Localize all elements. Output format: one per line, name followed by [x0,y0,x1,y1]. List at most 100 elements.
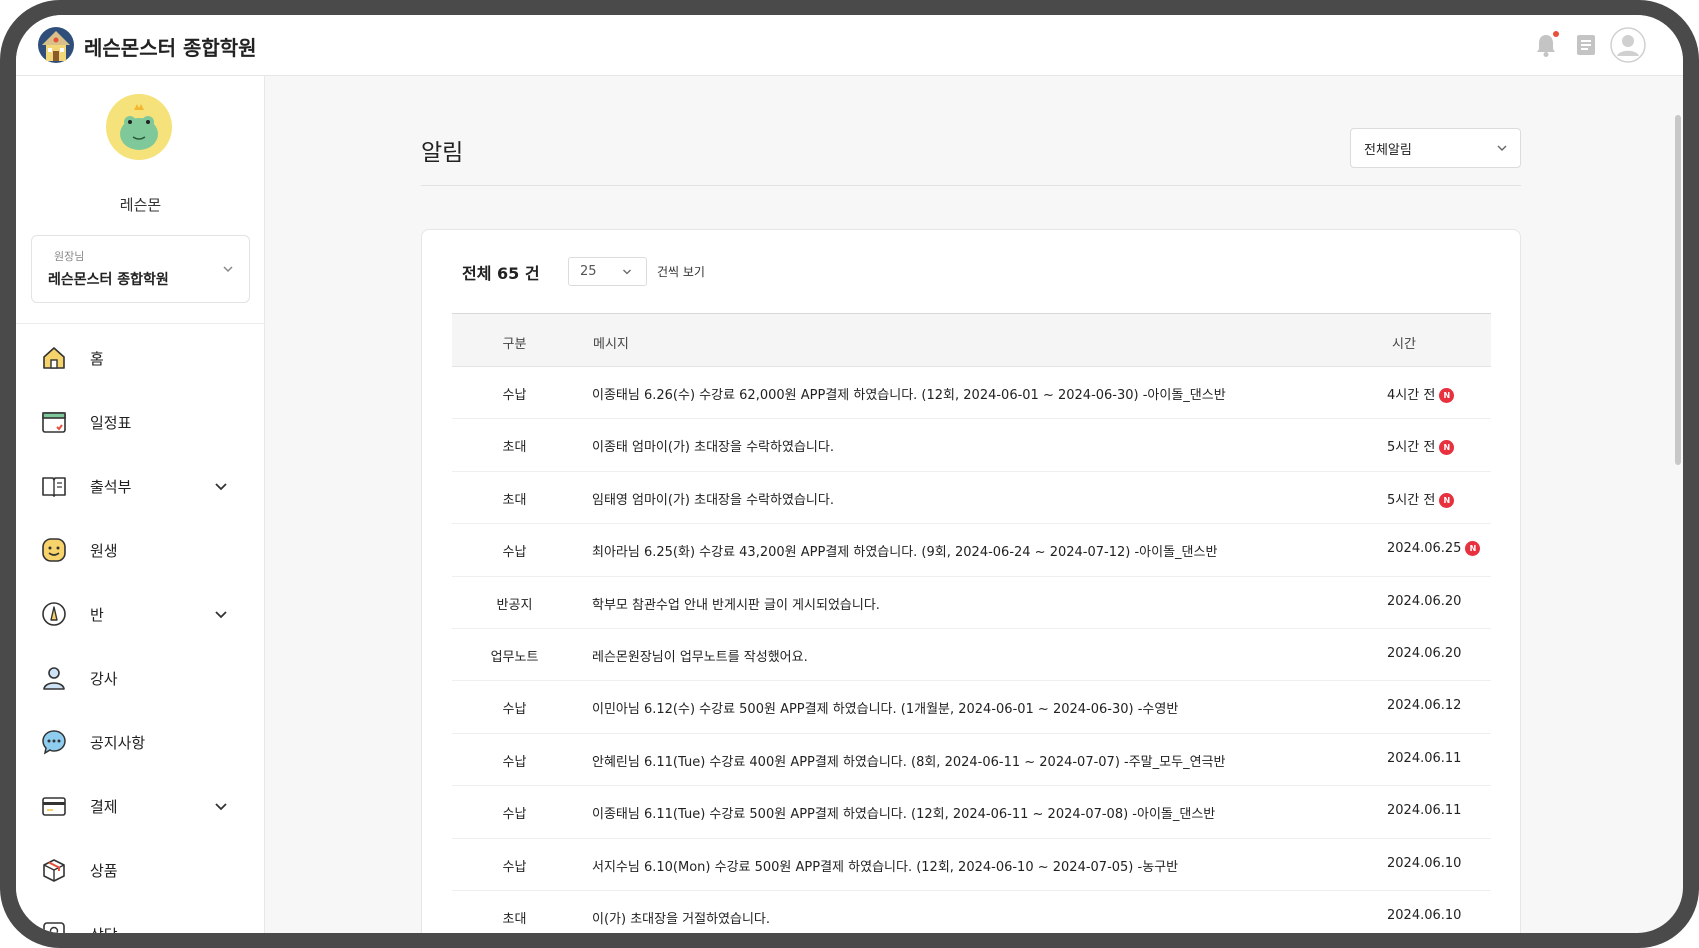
user-name: 레슨몬 [119,196,162,214]
app-screen: 레슨몬스터 종합학원 레슨몬 원장님 레슨몬스터 종합학원 홈 일정표 출석부 … [16,15,1683,933]
sidebar-item-label: 공지사항 [90,734,146,752]
table-row[interactable]: 업무노트 레슨몬원장님이 업무노트를 작성했어요. 2024.06.20 [452,629,1491,682]
sidebar-item-consultation[interactable]: 상담 [16,904,265,933]
chevron-down-icon [223,266,233,273]
row-category: 업무노트 [490,649,539,665]
chevron-down-icon[interactable] [213,798,229,814]
table-row[interactable]: 초대 임태영 엄마이(가) 초대장을 수락하였습니다. 5시간 전N [452,472,1491,525]
table-row[interactable]: 수납 서지수님 6.10(Mon) 수강료 500원 APP결제 하였습니다. … [452,839,1491,891]
sidebar-item-notices[interactable]: 공지사항 [16,712,265,776]
page-title: 알림 [421,140,464,166]
chat-icon [42,730,66,755]
sidebar-item-label: 출석부 [90,478,132,496]
row-category: 수납 [502,388,527,403]
sidebar: 레슨몬 원장님 레슨몬스터 종합학원 홈 일정표 출석부 원생 반 강사 공지사… [16,76,265,933]
notification-table: 구분 메시지 시간 수납 이종태님 6.26(수) 수강료 62,000원 AP… [452,313,1491,933]
row-time: 2024.06.20 [1387,594,1461,609]
row-category: 수납 [502,702,527,718]
table-row[interactable]: 수납 최아라님 6.25(화) 수강료 43,200원 APP결제 하였습니다.… [452,524,1491,577]
row-time: 2024.06.11 [1387,803,1461,818]
row-time-text: 2024.06.12 [1387,698,1462,714]
row-time: 2024.06.12 [1387,698,1461,713]
smile-icon [42,538,66,562]
per-page-suffix: 건씩 보기 [657,265,705,279]
row-time: 2024.06.10 [1387,856,1461,871]
row-message: 레슨몬원장님이 업무노트를 작성했어요. [592,649,808,665]
table-row[interactable]: 반공지 학부모 참관수업 안내 반게시판 글이 게시되었습니다. 2024.06… [452,577,1491,629]
row-category: 수납 [502,545,527,561]
sidebar-item-payment[interactable]: 결제 [16,776,265,840]
row-message: 서지수님 6.10(Mon) 수강료 500원 APP결제 하였습니다. (12… [592,859,1179,875]
table-row[interactable]: 초대 이종태 엄마이(가) 초대장을 수락하였습니다. 5시간 전N [452,419,1491,472]
sidebar-item-label: 상품 [90,862,118,880]
row-time-text: 2024.06.20 [1387,645,1462,661]
sidebar-item-attendance[interactable]: 출석부 [16,456,265,520]
academy-role: 원장님 [54,250,85,263]
new-badge: N [1465,541,1481,557]
contact-icon [43,922,65,933]
row-message: 이종태 엄마이(가) 초대장을 수락하였습니다. [592,440,834,456]
row-message: 학부모 참관수업 안내 반게시판 글이 게시되었습니다. [592,597,880,613]
row-category: 수납 [502,859,527,875]
sidebar-item-home[interactable]: 홈 [16,328,265,392]
chevron-down-icon[interactable] [213,606,229,622]
sidebar-item-label: 결제 [90,798,118,816]
avatar[interactable] [106,94,172,160]
table-row[interactable]: 수납 이종태님 6.11(Tue) 수강료 500원 APP결제 하였습니다. … [452,786,1491,839]
row-message: 이종태님 6.26(수) 수강료 62,000원 APP결제 하였습니다. (1… [592,388,1226,403]
chevron-down-icon[interactable] [213,478,229,494]
row-time-text: 2024.06.10 [1387,855,1462,871]
row-time: 2024.06.20 [1387,646,1461,661]
column-header-category: 구분 [502,337,527,352]
sidebar-divider [16,323,265,324]
row-time-text: 2024.06.11 [1387,750,1462,766]
sidebar-item-class[interactable]: 반 [16,584,265,648]
sidebar-item-label: 상담 [90,924,118,933]
sidebar-item-teachers[interactable]: 강사 [16,648,265,712]
row-time: 2024.06.25 N [1387,541,1481,557]
academy-name: 레슨몬스터 종합학원 [48,272,169,288]
column-header-message: 메시지 [593,337,629,352]
row-time-text: 2024.06.20 [1387,593,1462,609]
row-time-text: 2024.06.10 [1387,907,1462,923]
row-category: 수납 [502,754,527,770]
new-badge: N [1439,440,1455,456]
sidebar-item-label: 원생 [90,542,118,560]
pen-icon [42,602,66,626]
box-icon [43,859,65,882]
new-badge: N [1439,388,1455,403]
row-time-text: 5시간 전 [1387,440,1436,456]
sidebar-item-schedule[interactable]: 일정표 [16,392,265,456]
row-time: 5시간 전N [1387,436,1455,456]
device-frame: 레슨몬스터 종합학원 레슨몬 원장님 레슨몬스터 종합학원 홈 일정표 출석부 … [0,0,1699,948]
academy-selector[interactable]: 원장님 레슨몬스터 종합학원 [31,235,250,303]
brand-name[interactable]: 레슨몬스터 종합학원 [84,32,257,61]
home-icon [43,347,65,369]
row-message: 임태영 엄마이(가) 초대장을 수락하였습니다. [592,492,834,508]
table-row[interactable]: 수납 안혜린님 6.11(Tue) 수강료 400원 APP결제 하였습니다. … [452,734,1491,787]
sidebar-item-students[interactable]: 원생 [16,520,265,584]
per-page-select[interactable]: 25 [568,257,647,286]
chevron-down-icon [623,269,631,275]
row-message: 최아라님 6.25(화) 수강료 43,200원 APP결제 하였습니다. (9… [592,545,1218,561]
total-count: 전체 65 건 [462,264,540,283]
divider [421,185,1521,186]
row-time-text: 4시간 전 [1387,388,1436,403]
person-icon [43,667,65,690]
sidebar-item-products[interactable]: 상품 [16,840,265,904]
notification-dot [1553,31,1559,37]
sidebar-item-label: 반 [90,606,104,624]
page-scrollbar[interactable] [1675,115,1681,465]
table-row[interactable]: 초대 이(가) 초대장을 거절하였습니다. 2024.06.10 [452,891,1491,933]
sidebar-menu: 홈 일정표 출석부 원생 반 강사 공지사항 결제 상품 [16,328,265,933]
logo-icon[interactable] [36,25,76,65]
table-row[interactable]: 수납 이민아님 6.12(수) 수강료 500원 APP결제 하였습니다. (1… [452,681,1491,734]
table-header: 구분 메시지 시간 [452,313,1491,367]
per-page-value: 25 [580,264,597,279]
table-row[interactable]: 수납 이종태님 6.26(수) 수강료 62,000원 APP결제 하였습니다.… [452,367,1491,420]
profile-icon[interactable] [1610,27,1646,63]
row-category: 반공지 [496,597,533,613]
row-time-text: 2024.06.25 [1387,541,1462,557]
memo-icon[interactable] [1572,31,1600,59]
notification-filter-select[interactable]: 전체알림 [1350,128,1521,168]
